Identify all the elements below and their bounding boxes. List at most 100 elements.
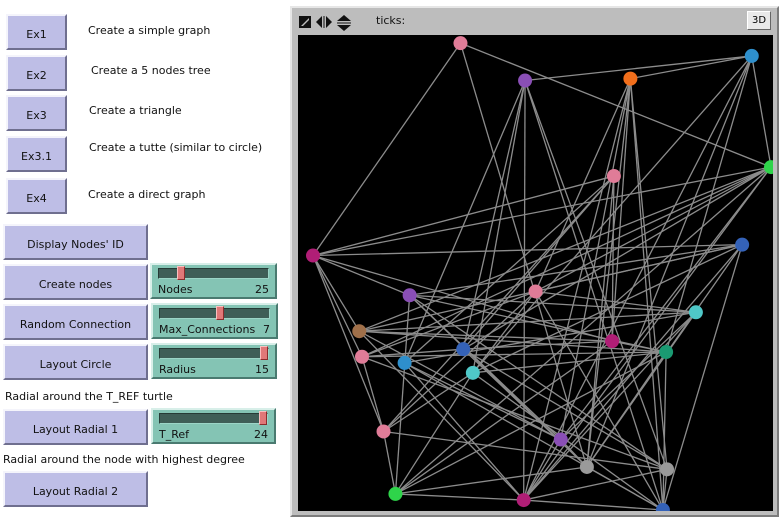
graph-edge (751, 55, 772, 168)
graph-edge (472, 372, 664, 511)
graph-node[interactable] (659, 345, 674, 360)
graph-node[interactable] (402, 288, 417, 303)
graph-edge (629, 78, 664, 511)
example-button-label: Ex4 (26, 191, 47, 205)
layout-radial-2-button[interactable]: Layout Radial 2 (3, 471, 148, 507)
graph-node[interactable] (655, 503, 670, 511)
edit-view-icon[interactable] (298, 15, 312, 29)
view-toolbar: ticks: 3D (292, 8, 777, 34)
example-button-ex3[interactable]: Ex3 (6, 95, 67, 131)
slider-track[interactable] (158, 266, 269, 280)
graph-edge (383, 430, 668, 470)
graph-canvas[interactable] (298, 35, 773, 511)
layout-radial-2-label: Layout Radial 2 (32, 484, 119, 498)
graph-node[interactable] (623, 71, 638, 86)
example-button-label: Ex3.1 (21, 149, 52, 163)
graph-node[interactable] (744, 48, 759, 63)
graph-node[interactable] (453, 36, 468, 51)
example-description: Create a tutte (similar to circle) (89, 141, 263, 154)
graph-edge (523, 499, 663, 511)
example-button-ex1[interactable]: Ex1 (6, 14, 67, 50)
max-connections-slider-label: Max_Connections (159, 323, 256, 336)
graph-edge (395, 466, 587, 495)
world-view: ticks: 3D (290, 6, 779, 517)
nodes-slider-value: 25 (255, 283, 269, 296)
graph-node[interactable] (735, 237, 750, 252)
slider-track[interactable] (159, 346, 269, 360)
create-nodes-button[interactable]: Create nodes (3, 264, 148, 300)
random-connection-label: Random Connection (19, 317, 132, 331)
example-button-ex4[interactable]: Ex4 (6, 178, 67, 214)
graph-edge (312, 42, 462, 256)
graph-edge (394, 372, 474, 495)
vertical-resize-icon[interactable] (337, 15, 351, 31)
ticks-counter: ticks: (376, 14, 406, 27)
graph-edge (395, 493, 524, 501)
radial-1-note: Radial around the T_REF turtle (5, 390, 173, 403)
slider-track[interactable] (159, 306, 270, 320)
layout-circle-button[interactable]: Layout Circle (3, 344, 148, 380)
example-description: Create a simple graph (88, 24, 211, 37)
t-ref-slider[interactable]: T_Ref 24 (151, 408, 276, 444)
graph-node[interactable] (465, 365, 480, 380)
graph-node[interactable] (397, 355, 412, 370)
t-ref-slider-value: 24 (254, 428, 268, 441)
graph-node[interactable] (553, 432, 568, 447)
graph-edge (361, 356, 385, 432)
graph-node[interactable] (352, 324, 367, 339)
example-button-ex3-1[interactable]: Ex3.1 (6, 136, 67, 172)
graph-node[interactable] (376, 424, 391, 439)
graph-edge (560, 166, 772, 440)
max-connections-slider-value: 7 (263, 323, 270, 336)
graph-node[interactable] (518, 73, 533, 88)
graph-edge (523, 439, 562, 501)
random-connection-button[interactable]: Random Connection (3, 304, 148, 340)
graph-node[interactable] (688, 305, 703, 320)
display-nodes-id-label: Display Nodes' ID (27, 237, 124, 251)
example-description: Create a triangle (89, 104, 182, 117)
graph-edge (312, 166, 772, 257)
slider-knob[interactable] (260, 346, 268, 360)
graph-edge (586, 176, 615, 468)
nodes-slider[interactable]: Nodes 25 (150, 263, 277, 299)
graph-edge (361, 356, 668, 470)
graph-edge (662, 244, 743, 511)
horizontal-resize-icon[interactable] (316, 15, 332, 29)
max-connections-slider[interactable]: Max_Connections 7 (151, 303, 278, 339)
graph-svg (306, 36, 773, 511)
t-ref-slider-label: T_Ref (159, 428, 190, 441)
graph-node[interactable] (456, 342, 471, 357)
example-button-label: Ex2 (26, 68, 47, 82)
graph-node[interactable] (660, 462, 675, 477)
graph-node[interactable] (355, 349, 370, 364)
graph-node[interactable] (606, 169, 621, 184)
graph-node[interactable] (306, 248, 320, 263)
graph-node[interactable] (605, 334, 620, 349)
radius-slider-value: 15 (255, 363, 269, 376)
graph-edge (409, 294, 562, 440)
layout-circle-label: Layout Circle (39, 357, 112, 371)
create-nodes-label: Create nodes (38, 277, 113, 291)
radius-slider[interactable]: Radius 15 (151, 343, 277, 379)
graph-edge (523, 80, 526, 501)
layout-radial-1-button[interactable]: Layout Radial 1 (3, 409, 148, 445)
graph-edge (395, 166, 772, 495)
slider-knob[interactable] (259, 411, 267, 425)
graph-edge (524, 80, 664, 511)
graph-node[interactable] (388, 486, 403, 501)
slider-knob[interactable] (176, 266, 185, 280)
example-button-ex2[interactable]: Ex2 (6, 55, 67, 91)
graph-node[interactable] (528, 284, 543, 299)
display-nodes-id-button[interactable]: Display Nodes' ID (3, 224, 148, 260)
graph-edge (312, 255, 385, 432)
graph-node[interactable] (516, 493, 531, 508)
layout-radial-1-label: Layout Radial 1 (32, 422, 119, 436)
3d-view-button[interactable]: 3D (747, 11, 771, 30)
slider-track[interactable] (159, 411, 268, 425)
slider-knob[interactable] (215, 306, 224, 320)
graph-edge (382, 431, 397, 495)
graph-edge (404, 80, 526, 364)
example-button-label: Ex3 (26, 108, 47, 122)
nodes-slider-label: Nodes (158, 283, 193, 296)
graph-node[interactable] (579, 459, 594, 474)
